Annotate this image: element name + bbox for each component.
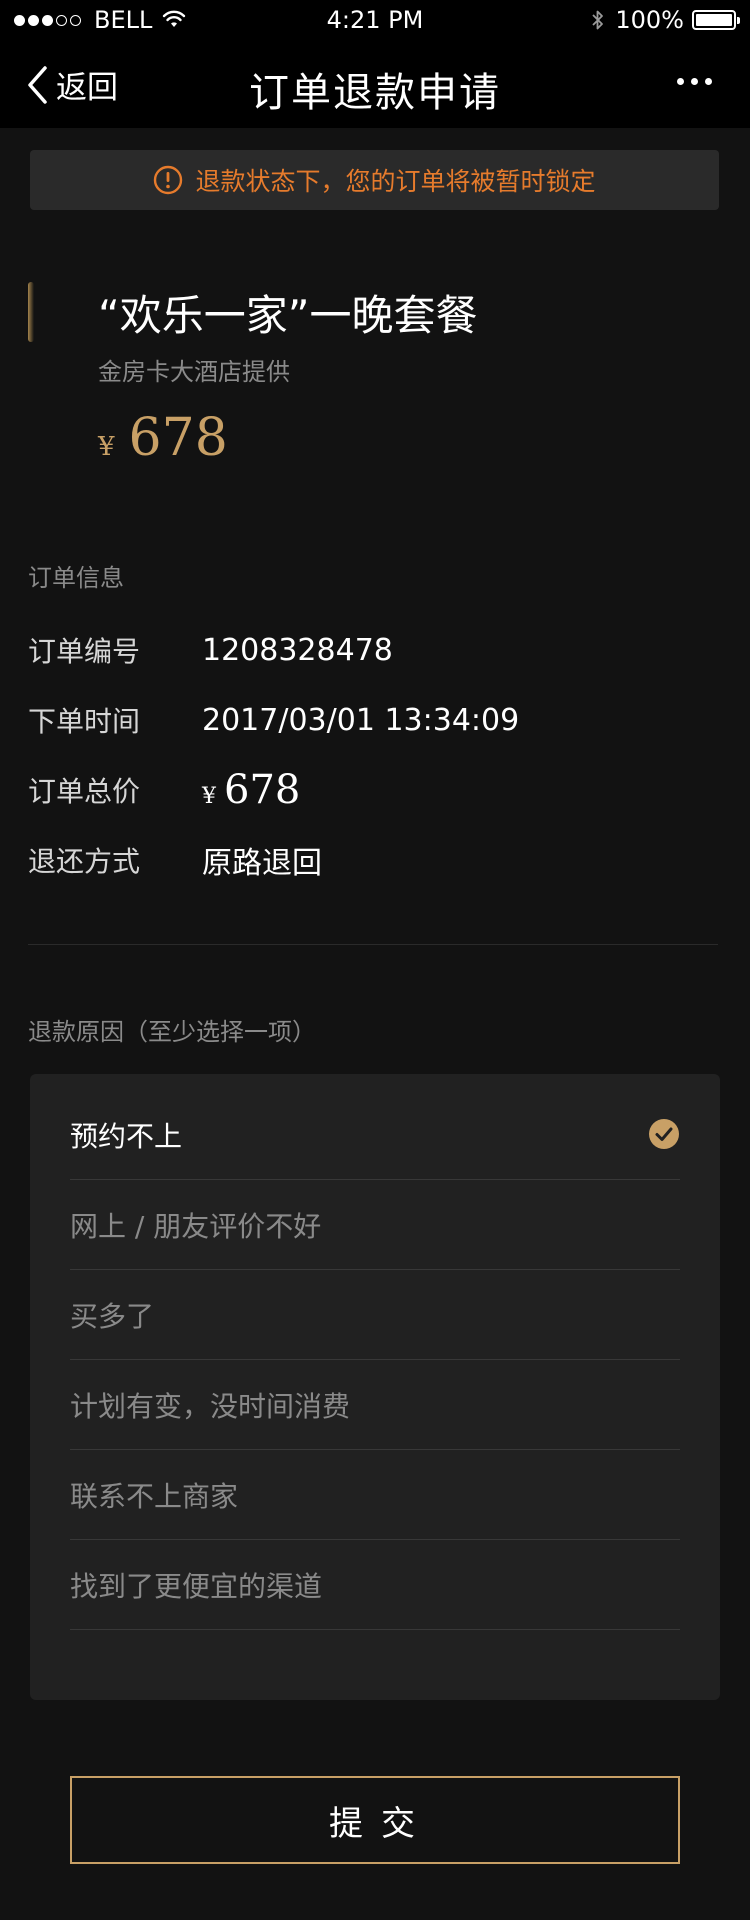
info-label: 订单总价: [28, 775, 141, 808]
nav-bar: 返回 订单退款申请: [0, 40, 750, 128]
reason-label: 联系不上商家: [70, 1479, 239, 1513]
reason-label: 买多了: [70, 1299, 155, 1333]
reason-label: 计划有变，没时间消费: [70, 1389, 351, 1423]
product-vendor: 金房卡大酒店提供: [98, 358, 290, 386]
currency-symbol: ¥: [98, 432, 115, 462]
notice-text: 退款状态下，您的订单将被暂时锁定: [195, 167, 596, 196]
battery-icon: [692, 10, 740, 30]
refund-reason-label: 退款原因（至少选择一项）: [28, 1018, 316, 1046]
reason-item-booking-unavailable[interactable]: 预约不上: [70, 1090, 680, 1180]
reason-item-bad-reviews[interactable]: 网上 / 朋友评价不好: [70, 1180, 680, 1270]
lock-notice: 退款状态下，您的订单将被暂时锁定: [30, 150, 719, 210]
more-dot: [691, 78, 698, 85]
product-thumbnail: [28, 282, 34, 342]
refund-method: 原路退回: [202, 846, 322, 881]
info-label: 订单编号: [28, 635, 141, 668]
page-title: 订单退款申请: [249, 70, 501, 116]
refund-method-row: 退还方式 原路退回: [28, 838, 322, 882]
order-total: ¥ 678: [202, 767, 300, 813]
reason-item-plan-changed[interactable]: 计划有变，没时间消费: [70, 1360, 680, 1450]
info-label: 退还方式: [28, 845, 141, 878]
product-price: ¥ 678: [98, 408, 228, 468]
refund-reason-list: 预约不上 网上 / 朋友评价不好 买多了 计划有变，没时间消费 联系不上商家 找…: [30, 1074, 720, 1700]
reason-item-bought-too-many[interactable]: 买多了: [70, 1270, 680, 1360]
warning-icon: [153, 165, 183, 195]
status-right: 100%: [591, 6, 740, 34]
more-dot: [677, 78, 684, 85]
submit-button[interactable]: 提交: [70, 1776, 680, 1864]
more-button[interactable]: [670, 78, 712, 85]
bluetooth-icon: [591, 9, 605, 31]
order-total-row: 订单总价 ¥ 678: [28, 767, 300, 813]
reason-label: 找到了更便宜的渠道: [70, 1569, 323, 1603]
order-number: 1208328478: [202, 632, 393, 668]
order-info-label: 订单信息: [28, 564, 124, 592]
reason-label: 预约不上: [70, 1119, 183, 1153]
currency-symbol: ¥: [202, 784, 216, 809]
battery-percent: 100%: [615, 6, 684, 34]
status-bar: BELL 4:21 PM 100%: [0, 0, 750, 40]
divider: [28, 944, 718, 945]
reason-label: 网上 / 朋友评价不好: [70, 1209, 322, 1243]
order-number-row: 订单编号 1208328478: [28, 628, 393, 672]
order-time-row: 下单时间 2017/03/01 13:34:09: [28, 698, 519, 742]
total-value: 678: [224, 767, 301, 813]
check-icon: [648, 1118, 680, 1154]
info-label: 下单时间: [28, 705, 141, 738]
product-title: “欢乐一家”一晚套餐: [98, 291, 478, 340]
more-dot: [705, 78, 712, 85]
price-value: 678: [128, 408, 228, 468]
reason-item-merchant-unreachable[interactable]: 联系不上商家: [70, 1450, 680, 1540]
reason-item-cheaper-channel[interactable]: 找到了更便宜的渠道: [70, 1540, 680, 1630]
order-time: 2017/03/01 13:34:09: [202, 702, 520, 738]
